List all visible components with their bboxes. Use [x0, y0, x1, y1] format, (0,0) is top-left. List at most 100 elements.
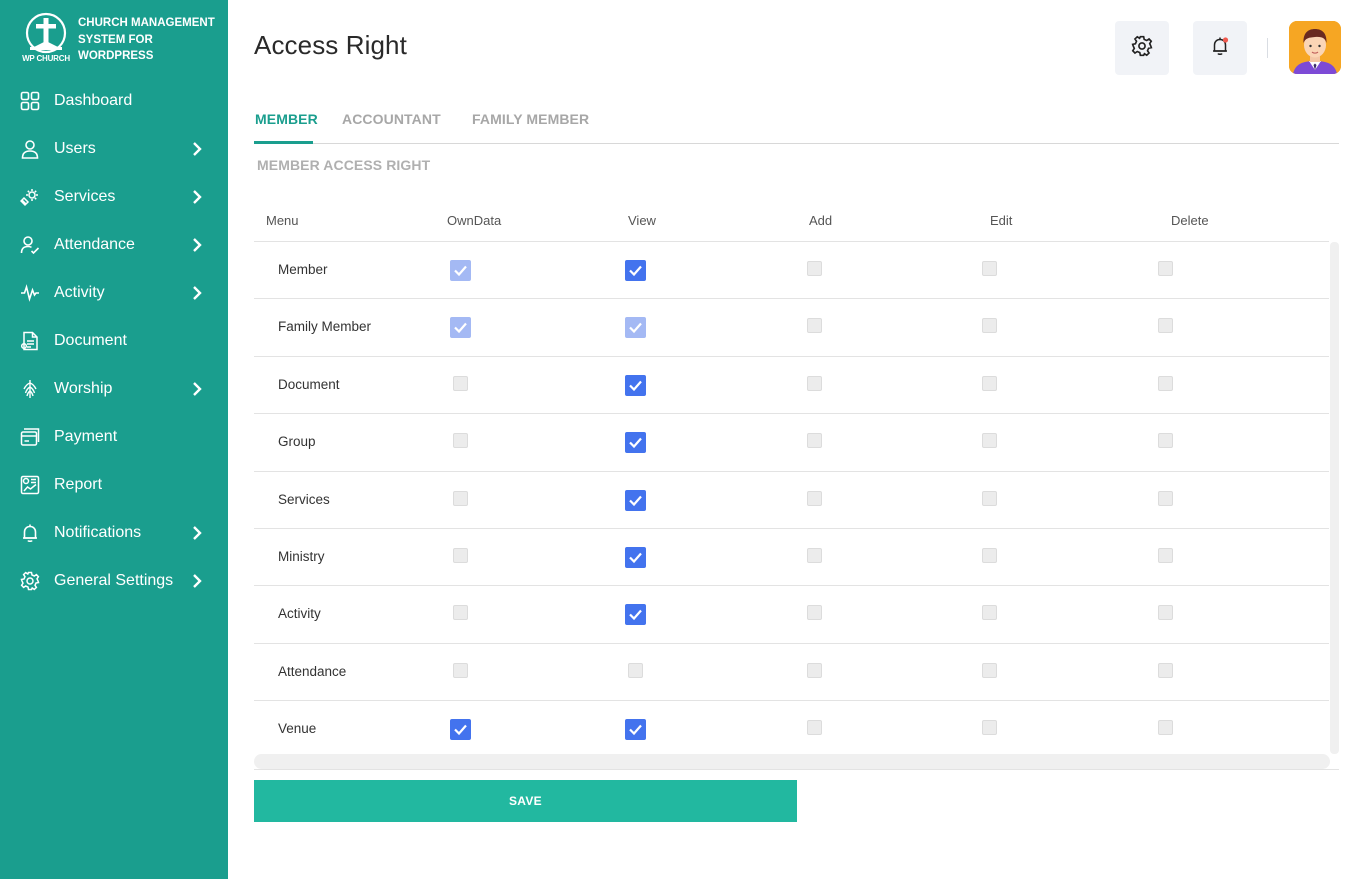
chevron-right-icon [190, 525, 204, 541]
table-row: Attendance [254, 644, 1329, 702]
checkbox-add[interactable] [807, 662, 822, 678]
column-header-owndata: OwnData [447, 213, 502, 228]
checkbox-add[interactable] [807, 261, 822, 276]
checkbox-delete[interactable] [1158, 375, 1173, 391]
checkbox-delete[interactable] [1158, 261, 1173, 276]
sidebar-item-dashboard[interactable]: Dashboard [0, 77, 228, 125]
checkbox-view[interactable] [625, 719, 646, 741]
sidebar-item-users[interactable]: Users [0, 125, 228, 173]
menu-name: Group [278, 434, 316, 450]
brand[interactable]: WP CHURCH CHURCH MANAGEMENT SYSTEM FOR W… [18, 12, 218, 68]
bell-icon [20, 523, 40, 543]
save-button[interactable]: SAVE [254, 780, 797, 822]
checkbox-delete[interactable] [1158, 318, 1173, 334]
menu-name: Member [278, 262, 328, 277]
access-tabs: MEMBER ACCOUNTANT FAMILY MEMBER [254, 108, 1339, 144]
sidebar-item-services[interactable]: Services [0, 173, 228, 221]
vertical-scrollbar[interactable] [1330, 242, 1339, 754]
checkbox-view[interactable] [625, 546, 646, 568]
sidebar-item-label: Users [54, 140, 96, 157]
table-row: Group [254, 414, 1329, 472]
sidebar-item-payment[interactable]: Payment [0, 413, 228, 461]
checkbox-view[interactable] [625, 489, 646, 511]
table-row: Member [254, 242, 1329, 300]
checkbox-delete[interactable] [1158, 433, 1173, 449]
main-content: Access Right MEMBER ACCOUNTANT FAMILY ME… [228, 0, 1365, 879]
document-icon [20, 331, 40, 351]
tab-member[interactable]: MEMBER [255, 111, 318, 127]
checkbox-owndata[interactable] [453, 547, 468, 563]
avatar[interactable] [1289, 21, 1341, 74]
checkbox-edit[interactable] [982, 605, 997, 621]
checkbox-owndata[interactable] [450, 719, 471, 741]
table-header: Menu OwnData View Add Edit Delete [254, 202, 1329, 242]
sidebar-item-label: Worship [54, 380, 113, 397]
checkbox-owndata[interactable] [453, 375, 468, 391]
menu-name: Document [278, 376, 340, 392]
chevron-right-icon [190, 237, 204, 253]
settings-button[interactable] [1115, 21, 1169, 75]
sidebar-item-label: Attendance [54, 236, 135, 253]
section-title: MEMBER ACCESS RIGHT [257, 157, 431, 173]
checkbox-owndata[interactable] [453, 433, 468, 449]
checkbox-add[interactable] [807, 318, 822, 334]
tab-family-member[interactable]: FAMILY MEMBER [472, 111, 589, 127]
church-logo-icon: WP CHURCH [18, 12, 74, 66]
checkbox-edit[interactable] [982, 490, 997, 506]
chevron-right-icon [190, 285, 204, 301]
chevron-right-icon [190, 141, 204, 157]
brand-title: CHURCH MANAGEMENT SYSTEM FOR WORDPRESS [78, 17, 215, 62]
column-header-edit: Edit [990, 213, 1013, 228]
checkbox-view[interactable] [625, 260, 646, 281]
checkbox-add[interactable] [807, 490, 822, 506]
table-row: Venue [254, 701, 1329, 758]
menu-name: Ministry [278, 548, 325, 564]
checkbox-add[interactable] [807, 605, 822, 621]
checkbox-view[interactable] [625, 432, 646, 454]
notifications-button[interactable] [1193, 21, 1247, 75]
checkbox-view[interactable] [625, 374, 646, 396]
checkbox-delete[interactable] [1158, 720, 1173, 736]
gear-icon [20, 571, 40, 591]
menu-name: Venue [278, 721, 317, 737]
activity-icon [20, 283, 40, 303]
checkbox-edit[interactable] [982, 720, 997, 736]
sidebar-item-label: Payment [54, 428, 118, 445]
sidebar-item-label: Services [54, 188, 116, 205]
checkbox-edit[interactable] [982, 375, 997, 391]
horizontal-scrollbar[interactable] [254, 754, 1330, 769]
checkbox-delete[interactable] [1158, 490, 1173, 506]
checkbox-view[interactable] [625, 604, 646, 626]
checkbox-add[interactable] [807, 720, 822, 736]
worship-icon [20, 379, 40, 399]
sidebar-item-document[interactable]: Document [0, 317, 228, 365]
sidebar-item-notifications[interactable]: Notifications [0, 509, 228, 557]
sidebar-item-activity[interactable]: Activity [0, 269, 228, 317]
tab-accountant[interactable]: ACCOUNTANT [342, 111, 441, 127]
checkbox-owndata[interactable] [450, 260, 471, 281]
checkbox-edit[interactable] [982, 318, 997, 334]
column-header-menu: Menu [266, 213, 299, 228]
checkbox-delete[interactable] [1158, 605, 1173, 621]
checkbox-edit[interactable] [982, 433, 997, 449]
menu-name: Activity [278, 606, 321, 622]
checkbox-edit[interactable] [982, 662, 997, 678]
checkbox-owndata[interactable] [450, 317, 471, 339]
sidebar-item-worship[interactable]: Worship [0, 365, 228, 413]
checkbox-view[interactable] [628, 662, 643, 678]
sidebar-item-report[interactable]: Report [0, 461, 228, 509]
checkbox-edit[interactable] [982, 261, 997, 276]
checkbox-add[interactable] [807, 547, 822, 563]
checkbox-owndata[interactable] [453, 605, 468, 621]
checkbox-owndata[interactable] [453, 662, 468, 678]
checkbox-add[interactable] [807, 375, 822, 391]
sidebar-item-attendance[interactable]: Attendance [0, 221, 228, 269]
checkbox-delete[interactable] [1158, 662, 1173, 678]
column-header-delete: Delete [1171, 213, 1209, 228]
checkbox-view[interactable] [625, 317, 646, 339]
sidebar-item-general-settings[interactable]: General Settings [0, 557, 228, 605]
checkbox-delete[interactable] [1158, 547, 1173, 563]
checkbox-owndata[interactable] [453, 490, 468, 506]
checkbox-add[interactable] [807, 433, 822, 449]
checkbox-edit[interactable] [982, 547, 997, 563]
